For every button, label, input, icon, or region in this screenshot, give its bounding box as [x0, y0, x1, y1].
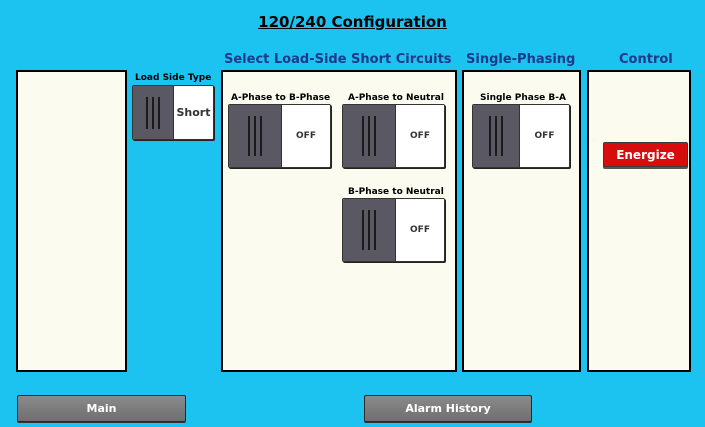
b-to-n-label: B-Phase to Neutral	[348, 187, 444, 197]
a-to-b-state: OFF	[282, 105, 330, 167]
alarm-history-button[interactable]: Alarm History	[364, 395, 532, 422]
switch-handle	[133, 86, 174, 139]
grip-lines-icon	[146, 96, 160, 129]
b-to-n-state: OFF	[396, 199, 444, 261]
switch-handle	[343, 199, 396, 261]
load-side-type-switch[interactable]: Short	[132, 85, 214, 140]
switch-handle	[473, 105, 520, 167]
energize-button[interactable]: Energize	[603, 142, 688, 167]
switch-handle	[343, 105, 396, 167]
page-title: 120/240 Configuration	[258, 13, 447, 31]
a-to-n-switch[interactable]: OFF	[342, 104, 445, 168]
b-to-n-switch[interactable]: OFF	[342, 198, 445, 262]
left-panel	[16, 70, 127, 372]
short-circuits-header: Select Load-Side Short Circuits	[224, 52, 452, 67]
main-button[interactable]: Main	[17, 395, 186, 422]
load-side-type-label: Load Side Type	[135, 73, 212, 83]
a-to-b-switch[interactable]: OFF	[228, 104, 331, 168]
a-to-n-label: A-Phase to Neutral	[348, 93, 444, 103]
grip-lines-icon	[362, 116, 376, 156]
switch-handle	[229, 105, 282, 167]
single-phase-b-a-state: OFF	[520, 105, 569, 167]
single-phasing-header: Single-Phasing	[466, 52, 576, 67]
grip-lines-icon	[489, 116, 503, 156]
control-header: Control	[619, 52, 673, 67]
a-to-b-label: A-Phase to B-Phase	[231, 93, 331, 103]
a-to-n-state: OFF	[396, 105, 444, 167]
grip-lines-icon	[362, 210, 376, 250]
single-phase-b-a-label: Single Phase B-A	[480, 93, 566, 103]
single-phase-b-a-switch[interactable]: OFF	[472, 104, 570, 168]
load-side-type-state: Short	[174, 86, 213, 139]
control-panel	[587, 70, 691, 372]
grip-lines-icon	[248, 116, 262, 156]
